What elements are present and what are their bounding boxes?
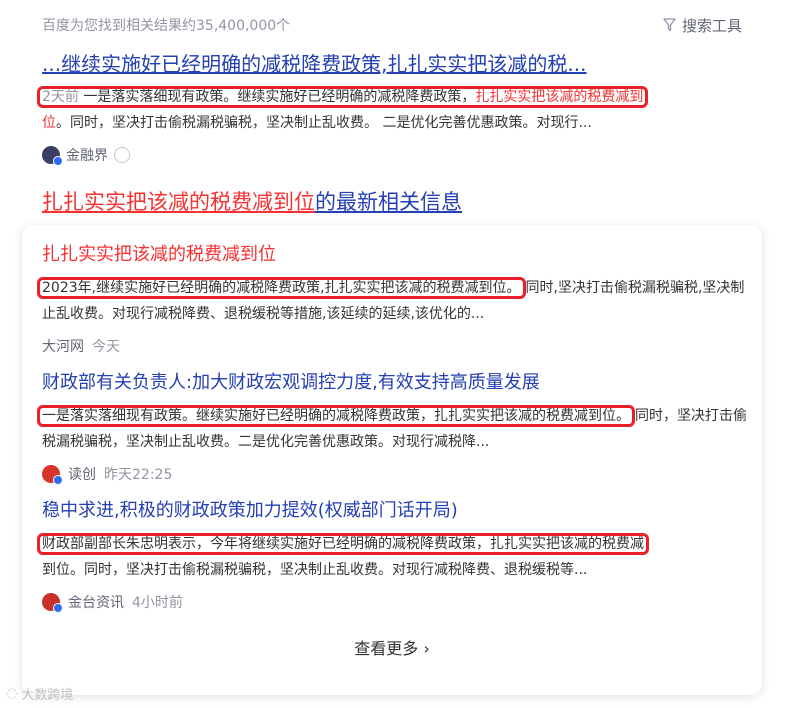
news-heading-keyword: 扎扎实实把该减的税费减到位 bbox=[42, 190, 315, 214]
news-item: 财政部有关负责人:加大财政宏观调控力度,有效支持高质量发展 一是落实落细现有政策… bbox=[37, 369, 747, 485]
verified-icon bbox=[53, 475, 63, 485]
abstract-text: 一是落实落细现有政策。继续实施好已经明确的减税降费政策， bbox=[83, 89, 476, 105]
news-heading-text: 的最新相关信息 bbox=[315, 190, 462, 214]
news-abstract: 财政部副部长朱忠明表示，今年将继续实施好已经明确的减税降费政策，扎扎实实把该减的… bbox=[37, 531, 747, 583]
news-title-link[interactable]: 财政部有关负责人:加大财政宏观调控力度,有效支持高质量发展 bbox=[42, 369, 747, 397]
news-source[interactable]: 金台资讯 bbox=[68, 592, 124, 612]
result-stats-bar: 百度为您找到相关结果约35,400,000个 搜索工具 bbox=[42, 14, 742, 36]
verified-icon bbox=[53, 603, 63, 613]
news-abstract-rest: 到位。同时，坚决打击偷税漏税骗税，坚决制止乱收费。对现行减税降费、退税缓税等..… bbox=[42, 562, 588, 578]
source-logo-icon bbox=[42, 146, 63, 166]
chevron-right-icon: › bbox=[423, 639, 430, 658]
view-more: 查看更多 › bbox=[22, 635, 762, 659]
watermark-logo-icon: ◌ bbox=[6, 686, 18, 701]
news-time: 昨天22:25 bbox=[104, 467, 173, 483]
result-count: 百度为您找到相关结果约35,400,000个 bbox=[42, 18, 291, 34]
abstract-highlight: 扎扎实实把该减的税费减到 bbox=[475, 89, 644, 105]
highlight-box: 2天前 一是落实落细现有政策。继续实施好已经明确的减税降费政策，扎扎实实把该减的… bbox=[37, 86, 649, 108]
news-title-link[interactable]: 稳中求进,积极的财政政策加力提效(权威部门话开局) bbox=[42, 497, 747, 525]
view-more-button[interactable]: 查看更多 › bbox=[354, 639, 430, 658]
watermark-text: 大数跨境 bbox=[21, 688, 74, 703]
highlight-box: 财政部副部长朱忠明表示，今年将继续实施好已经明确的减税降费政策，扎扎实实把该减的… bbox=[37, 533, 649, 555]
verified-icon bbox=[53, 156, 63, 166]
news-item: 稳中求进,积极的财政政策加力提效(权威部门话开局) 财政部副部长朱忠明表示，今年… bbox=[37, 497, 747, 613]
source-logo-icon bbox=[42, 593, 63, 613]
result-abstract: 2天前 一是落实落细现有政策。继续实施好已经明确的减税降费政策，扎扎实实把该减的… bbox=[37, 84, 754, 136]
watermark: ◌ 大数跨境 bbox=[6, 684, 73, 703]
search-result: ...继续实施好已经明确的减税降费政策,扎扎实实把该减的税... 2天前 一是落… bbox=[37, 48, 762, 166]
search-tools-button[interactable]: 搜索工具 bbox=[663, 15, 742, 36]
news-source[interactable]: 读创 bbox=[68, 464, 96, 484]
source-name[interactable]: 金融界 bbox=[66, 145, 108, 165]
news-meta: 金台资讯 4小时前 bbox=[42, 591, 747, 613]
news-abstract: 2023年,继续实施好已经明确的减税降费政策,扎扎实实把该减的税费减到位。 同时,… bbox=[37, 275, 747, 327]
news-item: 扎扎实实把该减的税费减到位 2023年,继续实施好已经明确的减税降费政策,扎扎实… bbox=[37, 241, 747, 357]
search-tools-label: 搜索工具 bbox=[681, 16, 742, 35]
abstract-rest: 。同时，坚决打击偷税漏税骗税，坚决制止乱收费。 二是优化完善优惠政策。对现行..… bbox=[56, 115, 592, 131]
filter-icon bbox=[663, 18, 676, 32]
news-abstract: 一是落实落细现有政策。继续实施好已经明确的减税降费政策，扎扎实实把该减的税费减到… bbox=[37, 403, 747, 455]
highlight-box: 2023年,继续实施好已经明确的减税降费政策,扎扎实实把该减的税费减到位。 bbox=[37, 277, 526, 299]
result-source: 金融界 bbox=[42, 144, 762, 166]
news-meta: 读创 昨天22:25 bbox=[42, 463, 747, 485]
news-title-link[interactable]: 扎扎实实把该减的税费减到位 bbox=[42, 241, 747, 269]
news-section-heading[interactable]: 扎扎实实把该减的税费减到位的最新相关信息 bbox=[42, 186, 462, 218]
abstract-highlight-tail: 位 bbox=[42, 115, 56, 131]
shield-icon bbox=[114, 147, 130, 163]
news-time: 4小时前 bbox=[132, 595, 183, 611]
result-time: 2天前 bbox=[42, 89, 79, 105]
result-title-link[interactable]: ...继续实施好已经明确的减税降费政策,扎扎实实把该减的税... bbox=[42, 48, 762, 80]
view-more-label: 查看更多 bbox=[354, 639, 419, 658]
news-time: 今天 bbox=[92, 339, 120, 355]
source-logo-icon bbox=[42, 465, 63, 485]
highlight-box: 一是落实落细现有政策。继续实施好已经明确的减税降费政策，扎扎实实把该减的税费减到… bbox=[37, 405, 635, 427]
news-card: 扎扎实实把该减的税费减到位 2023年,继续实施好已经明确的减税降费政策,扎扎实… bbox=[22, 225, 762, 695]
news-meta: 大河网 今天 bbox=[42, 335, 747, 357]
news-source[interactable]: 大河网 bbox=[42, 336, 84, 356]
